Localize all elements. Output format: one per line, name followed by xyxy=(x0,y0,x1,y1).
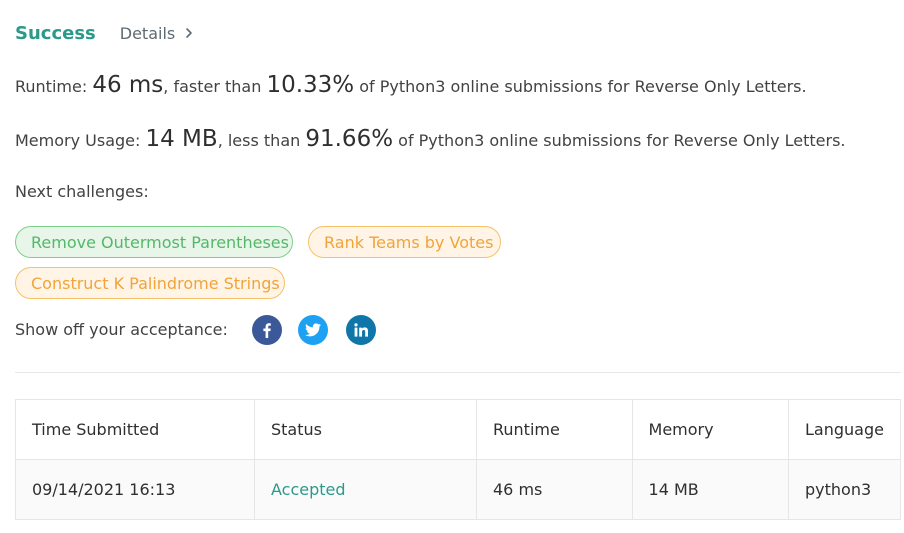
details-label: Details xyxy=(119,23,176,43)
next-challenges-label: Next challenges: xyxy=(15,182,149,201)
memory-value: 14 MB xyxy=(145,126,218,152)
table-header-row: Time Submitted Status Runtime Memory Lan… xyxy=(15,399,901,460)
section-divider xyxy=(15,372,901,373)
details-link[interactable]: Details xyxy=(120,24,195,43)
challenge-chip-construct-k-palindrome-strings[interactable]: Construct K Palindrome Strings xyxy=(15,267,285,299)
table-row: 09/14/2021 16:13 Accepted 46 ms 14 MB py… xyxy=(15,459,901,520)
memory-prefix: Memory Usage: xyxy=(15,131,146,150)
column-header-status[interactable]: Status xyxy=(254,399,477,460)
challenge-chip-rank-teams-by-votes[interactable]: Rank Teams by Votes xyxy=(308,226,501,258)
share-label: Show off your acceptance: xyxy=(15,320,228,339)
cell-memory: 14 MB xyxy=(631,459,790,520)
column-header-time-submitted[interactable]: Time Submitted xyxy=(15,399,255,460)
cell-runtime: 46 ms xyxy=(476,459,633,520)
memory-suffix: of Python3 online submissions for Revers… xyxy=(393,131,846,150)
memory-middle: , less than xyxy=(217,131,306,150)
cell-language: python3 xyxy=(788,459,901,520)
cell-time-submitted: 09/14/2021 16:13 xyxy=(15,459,255,520)
result-header: Success Details xyxy=(15,20,195,46)
chevron-right-icon xyxy=(186,28,193,38)
facebook-share-button[interactable] xyxy=(252,315,282,345)
facebook-icon xyxy=(263,323,271,338)
runtime-prefix: Runtime: xyxy=(15,77,93,96)
challenge-chip-remove-outermost-parentheses[interactable]: Remove Outermost Parentheses xyxy=(15,226,293,258)
status-accepted-link[interactable]: Accepted xyxy=(271,480,346,499)
runtime-value: 46 ms xyxy=(92,72,164,98)
column-header-memory[interactable]: Memory xyxy=(631,399,790,460)
runtime-percent: 10.33% xyxy=(266,72,355,98)
linkedin-icon xyxy=(354,323,368,337)
column-header-runtime[interactable]: Runtime xyxy=(476,399,633,460)
memory-percent: 91.66% xyxy=(305,126,394,152)
cell-status: Accepted xyxy=(254,459,477,520)
twitter-icon xyxy=(305,323,321,337)
column-header-language[interactable]: Language xyxy=(788,399,901,460)
twitter-share-button[interactable] xyxy=(298,315,328,345)
memory-summary: Memory Usage: 14 MB, less than 91.66% of… xyxy=(15,126,846,152)
linkedin-share-button[interactable] xyxy=(346,315,376,345)
status-title: Success xyxy=(15,22,96,44)
runtime-suffix: of Python3 online submissions for Revers… xyxy=(354,77,807,96)
runtime-middle: , faster than xyxy=(163,77,267,96)
submission-table: Time Submitted Status Runtime Memory Lan… xyxy=(15,399,901,520)
runtime-summary: Runtime: 46 ms, faster than 10.33% of Py… xyxy=(15,72,807,98)
